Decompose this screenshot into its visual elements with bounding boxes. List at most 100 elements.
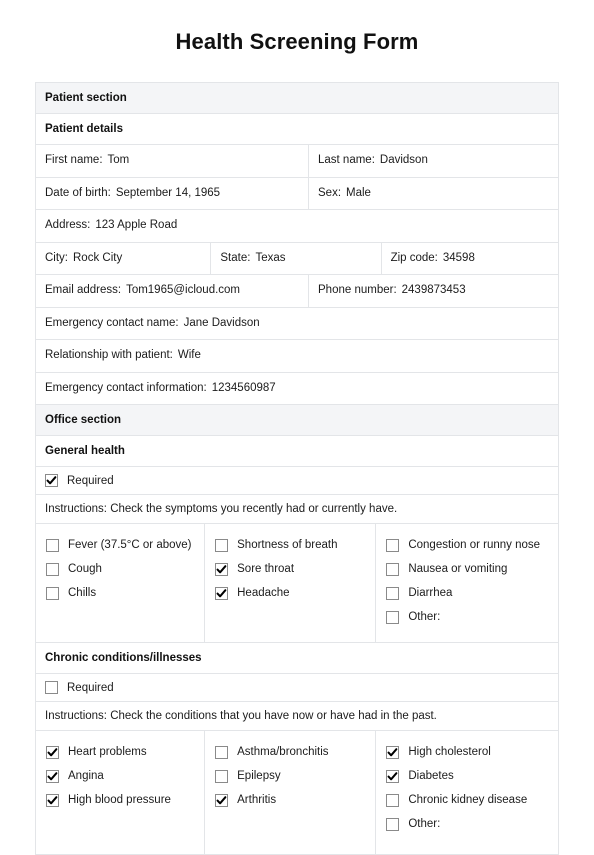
checkbox-icon[interactable] bbox=[215, 769, 229, 783]
general-health-required-checkbox-row[interactable]: Required bbox=[36, 467, 558, 494]
zip-code-label: Zip code: bbox=[390, 251, 438, 264]
checkbox-item[interactable]: Nausea or vomiting bbox=[376, 557, 558, 581]
checkbox-icon[interactable] bbox=[386, 745, 400, 759]
last-name-field[interactable]: Last name: Davidson bbox=[309, 145, 558, 177]
checkbox-icon[interactable] bbox=[46, 586, 59, 600]
general-health-symptom-grid: Fever (37.5°C or above) Cough Chills Short… bbox=[36, 524, 558, 643]
phone-field[interactable]: Phone number: 2439873453 bbox=[309, 275, 558, 307]
patient-section-header: Patient section bbox=[36, 83, 558, 113]
address-field[interactable]: Address: 123 Apple Road bbox=[36, 210, 558, 242]
checkbox-item[interactable]: Asthma/bronchitis bbox=[205, 740, 375, 764]
checkbox-item-label: Other: bbox=[408, 611, 441, 624]
date-of-birth-value: September 14, 1965 bbox=[115, 186, 221, 199]
state-field[interactable]: State: Texas bbox=[211, 242, 382, 275]
city-label: City: bbox=[45, 251, 68, 264]
checkbox-item-label: Nausea or vomiting bbox=[408, 563, 508, 576]
last-name-label: Last name: bbox=[318, 154, 375, 166]
checkbox-icon[interactable] bbox=[215, 793, 229, 807]
condition-column-3: High cholesterol Diabetes Chronic kidney d… bbox=[376, 731, 558, 854]
checkbox-icon[interactable] bbox=[386, 769, 400, 783]
city-field[interactable]: City: Rock City bbox=[36, 242, 212, 275]
chronic-conditions-subheader-row: Chronic conditions/illnesses bbox=[36, 643, 558, 675]
dob-sex-row: Date of birth: September 14, 1965 Sex: M… bbox=[36, 177, 558, 211]
chronic-conditions-instructions: Instructions: Check the conditions that … bbox=[45, 710, 437, 723]
city-state-zip-row: City: Rock City State: Texas Zip code: 3… bbox=[36, 242, 558, 276]
checkbox-item-label: Chills bbox=[68, 587, 97, 600]
condition-column-2: Asthma/bronchitis Epilepsy Arthritis bbox=[205, 731, 377, 855]
checkbox-item-label: Shortness of breath bbox=[237, 539, 338, 552]
general-health-required-label: Required bbox=[67, 474, 114, 487]
checkbox-icon[interactable] bbox=[386, 538, 400, 552]
checkbox-icon[interactable] bbox=[215, 745, 229, 759]
checkbox-item-label: Chronic kidney disease bbox=[408, 794, 528, 807]
symptom-column-3: Congestion or runny nose Nausea or vomiti… bbox=[376, 524, 558, 642]
condition-column-1: Heart problems Angina High blood pressure bbox=[36, 731, 206, 855]
emergency-contact-information-field[interactable]: Emergency contact information: 123456098… bbox=[36, 373, 558, 405]
checkbox-icon[interactable] bbox=[215, 562, 229, 576]
sex-field[interactable]: Sex: Male bbox=[309, 178, 558, 210]
general-health-subheader-row: General health bbox=[36, 436, 558, 468]
address-row: Address: 123 Apple Road bbox=[36, 210, 558, 243]
checkbox-item[interactable]: High blood pressure bbox=[36, 788, 204, 812]
emergency-contact-name-field[interactable]: Emergency contact name: Jane Davidson bbox=[36, 308, 558, 340]
date-of-birth-field[interactable]: Date of birth: September 14, 1965 bbox=[36, 177, 309, 210]
phone-label: Phone number: bbox=[318, 284, 397, 297]
checkbox-item[interactable]: Fever (37.5°C or above) bbox=[36, 533, 204, 557]
general-health-instructions-row: Instructions: Check the symptoms you rec… bbox=[36, 495, 558, 525]
emergency-contact-name-label: Emergency contact name: bbox=[45, 316, 179, 329]
checkbox-item-label: Cough bbox=[68, 563, 102, 576]
checkbox-icon[interactable] bbox=[386, 610, 400, 624]
health-screening-form-page: Health Screening Form Patient section Pa… bbox=[0, 0, 594, 855]
first-name-value: Tom bbox=[107, 154, 130, 166]
checkbox-item[interactable]: Arthritis bbox=[205, 788, 375, 812]
checkbox-icon[interactable] bbox=[46, 793, 59, 807]
checkbox-item[interactable]: Chills bbox=[36, 581, 204, 605]
checkbox-icon[interactable] bbox=[46, 562, 59, 576]
checkbox-item-label: Angina bbox=[68, 770, 104, 783]
checkbox-item-label: Heart problems bbox=[68, 746, 147, 759]
checkbox-item[interactable]: Heart problems bbox=[36, 740, 204, 764]
checkbox-item[interactable]: Shortness of breath bbox=[205, 533, 375, 557]
chronic-conditions-grid-row: Heart problems Angina High blood pressure … bbox=[36, 731, 558, 855]
checkbox-icon[interactable] bbox=[386, 562, 400, 576]
checkbox-item[interactable]: Other: bbox=[376, 812, 558, 836]
checkbox-icon[interactable] bbox=[46, 745, 59, 759]
checkbox-item[interactable]: Epilepsy bbox=[205, 764, 375, 788]
chronic-conditions-required-checkbox-row[interactable]: Required bbox=[36, 674, 558, 701]
relationship-field[interactable]: Relationship with patient: Wife bbox=[36, 340, 558, 372]
checkbox-icon[interactable] bbox=[45, 681, 58, 695]
checkbox-icon[interactable] bbox=[46, 769, 59, 783]
checkbox-item[interactable]: Other: bbox=[376, 605, 558, 629]
checkbox-item[interactable]: Diabetes bbox=[376, 764, 558, 788]
checkbox-item[interactable]: Headache bbox=[205, 581, 375, 605]
checkbox-icon[interactable] bbox=[386, 793, 400, 807]
checkbox-icon[interactable] bbox=[386, 817, 400, 831]
checkbox-icon[interactable] bbox=[215, 586, 229, 600]
checkbox-item-label: Other: bbox=[408, 818, 441, 831]
first-name-label: First name: bbox=[45, 154, 103, 166]
checkbox-item[interactable]: Cough bbox=[36, 557, 204, 581]
checkbox-icon[interactable] bbox=[215, 538, 229, 552]
checkbox-item-label: Fever (37.5°C or above) bbox=[68, 539, 192, 552]
checkbox-item[interactable]: High cholesterol bbox=[376, 740, 558, 764]
email-field[interactable]: Email address: Tom1965@icloud.com bbox=[36, 275, 309, 307]
form-table: Patient section Patient details First na… bbox=[35, 82, 559, 855]
checkbox-item[interactable]: Chronic kidney disease bbox=[376, 788, 558, 812]
checkbox-icon[interactable] bbox=[46, 538, 59, 552]
state-value: Texas bbox=[255, 251, 286, 264]
first-name-field[interactable]: First name: Tom bbox=[36, 145, 309, 177]
checkbox-icon[interactable] bbox=[386, 586, 400, 600]
zip-code-field[interactable]: Zip code: 34598 bbox=[382, 243, 558, 275]
general-health-required-row: Required bbox=[36, 467, 558, 496]
emergency-contact-information-row: Emergency contact information: 123456098… bbox=[36, 373, 558, 406]
checkbox-item[interactable]: Angina bbox=[36, 764, 204, 788]
general-health-subheader: General health bbox=[36, 436, 558, 467]
chronic-conditions-grid: Heart problems Angina High blood pressure … bbox=[36, 731, 558, 855]
checkbox-item[interactable]: Diarrhea bbox=[376, 581, 558, 605]
checkbox-item[interactable]: Congestion or runny nose bbox=[376, 533, 558, 557]
relationship-label: Relationship with patient: bbox=[45, 349, 173, 362]
address-label: Address: bbox=[45, 219, 91, 232]
checkbox-icon[interactable] bbox=[45, 474, 58, 488]
office-section-header: Office section bbox=[36, 405, 558, 436]
checkbox-item[interactable]: Sore throat bbox=[205, 557, 375, 581]
